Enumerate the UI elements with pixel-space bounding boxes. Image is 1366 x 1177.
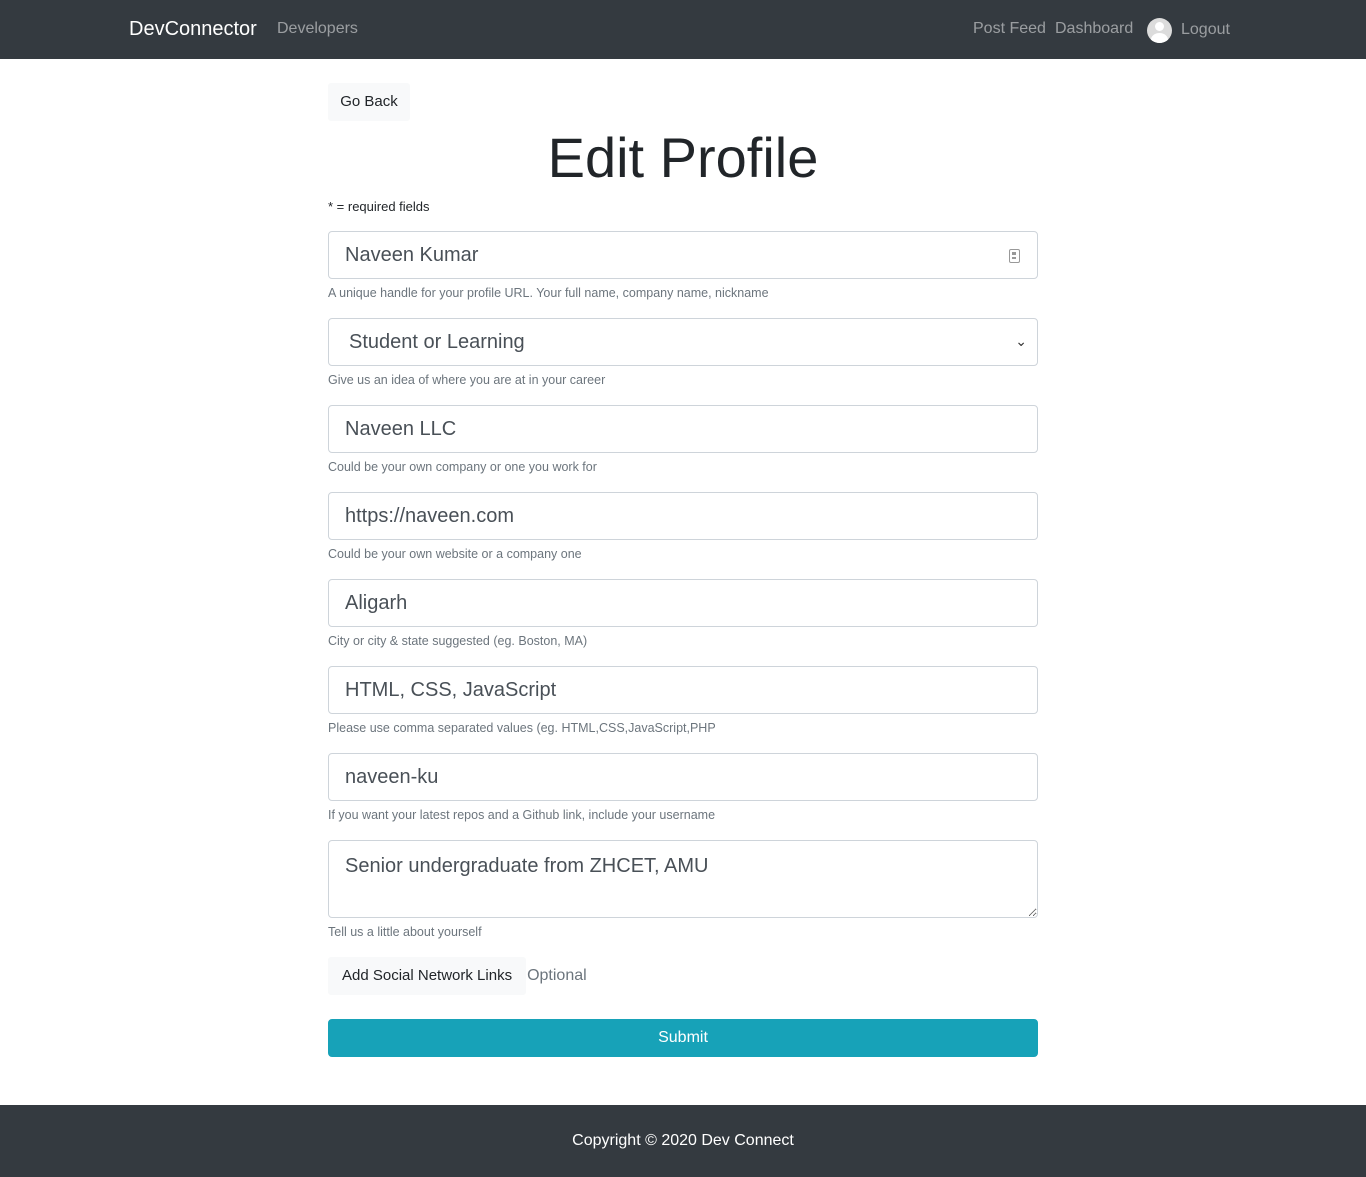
avatar-body	[1151, 32, 1168, 43]
page-title: Edit Profile	[547, 126, 819, 189]
chevron-down-icon: ⌄	[1015, 333, 1027, 349]
logout-link-group[interactable]: Logout	[1147, 17, 1230, 43]
nav-post-feed[interactable]: Post Feed	[973, 20, 1046, 38]
required-note: * = required fields	[328, 199, 430, 214]
avatar	[1147, 17, 1172, 43]
avatar-head	[1155, 21, 1164, 31]
submit-button[interactable]: Submit	[328, 1019, 1038, 1057]
nav-dashboard[interactable]: Dashboard	[1055, 20, 1133, 38]
status-select[interactable]: Student or Learning ⌄	[328, 318, 1038, 366]
github-help: If you want your latest repos and a Gith…	[328, 808, 716, 822]
company-group: Naveen LLC Could be your own company or …	[328, 405, 1038, 474]
company-input[interactable]: Naveen LLC	[328, 405, 1038, 453]
github-group: naveen-ku If you want your latest repos …	[328, 753, 1038, 822]
status-help: Give us an idea of where you are at in y…	[328, 373, 606, 387]
company-value: Naveen LLC	[345, 417, 457, 440]
nav-logout[interactable]: Logout	[1181, 21, 1230, 39]
github-input[interactable]: naveen-ku	[328, 753, 1038, 801]
handle-input[interactable]: Naveen Kumar	[328, 231, 1038, 279]
handle-group: Naveen Kumar A unique handle for your pr…	[328, 231, 1038, 300]
handle-help: A unique handle for your profile URL. Yo…	[328, 286, 769, 300]
website-input[interactable]: https://naveen.com	[328, 492, 1038, 540]
skills-help: Please use comma separated values (eg. H…	[328, 721, 716, 735]
website-value: https://naveen.com	[345, 504, 514, 527]
location-help: City or city & state suggested (eg. Bost…	[328, 634, 588, 648]
contact-card-icon[interactable]	[1009, 249, 1020, 263]
company-help: Could be your own company or one you wor…	[328, 460, 597, 474]
handle-value: Naveen Kumar	[345, 243, 479, 266]
website-group: https://naveen.com Could be your own web…	[328, 492, 1038, 561]
status-value: Student or Learning	[349, 330, 525, 353]
footer-copyright: Copyright © 2020 Dev Connect	[572, 1132, 794, 1149]
brand-link[interactable]: DevConnector	[129, 18, 257, 41]
optional-label: Optional	[527, 967, 587, 984]
skills-input[interactable]: HTML, CSS, JavaScript	[328, 666, 1038, 714]
location-group: Aligarh City or city & state suggested (…	[328, 579, 1038, 648]
location-input[interactable]: Aligarh	[328, 579, 1038, 627]
bio-textarea[interactable]: Senior undergraduate from ZHCET, AMU	[328, 840, 1038, 918]
footer: Copyright © 2020 Dev Connect	[0, 1105, 1366, 1177]
bio-help: Tell us a little about yourself	[328, 925, 482, 939]
go-back-button[interactable]: Go Back	[328, 83, 410, 121]
skills-value: HTML, CSS, JavaScript	[345, 678, 557, 701]
bio-group: Senior undergraduate from ZHCET, AMU Tel…	[328, 840, 1038, 939]
github-value: naveen-ku	[345, 765, 439, 788]
location-value: Aligarh	[345, 591, 408, 614]
add-social-links-button[interactable]: Add Social Network Links	[328, 957, 527, 995]
website-help: Could be your own website or a company o…	[328, 547, 582, 561]
status-group: Student or Learning ⌄ Give us an idea of…	[328, 318, 1038, 387]
social-links-row: Add Social Network Links Optional	[328, 957, 587, 995]
skills-group: HTML, CSS, JavaScript Please use comma s…	[328, 666, 1038, 735]
navbar: DevConnector Developers Post Feed Dashbo…	[0, 0, 1366, 59]
nav-developers[interactable]: Developers	[277, 20, 358, 38]
